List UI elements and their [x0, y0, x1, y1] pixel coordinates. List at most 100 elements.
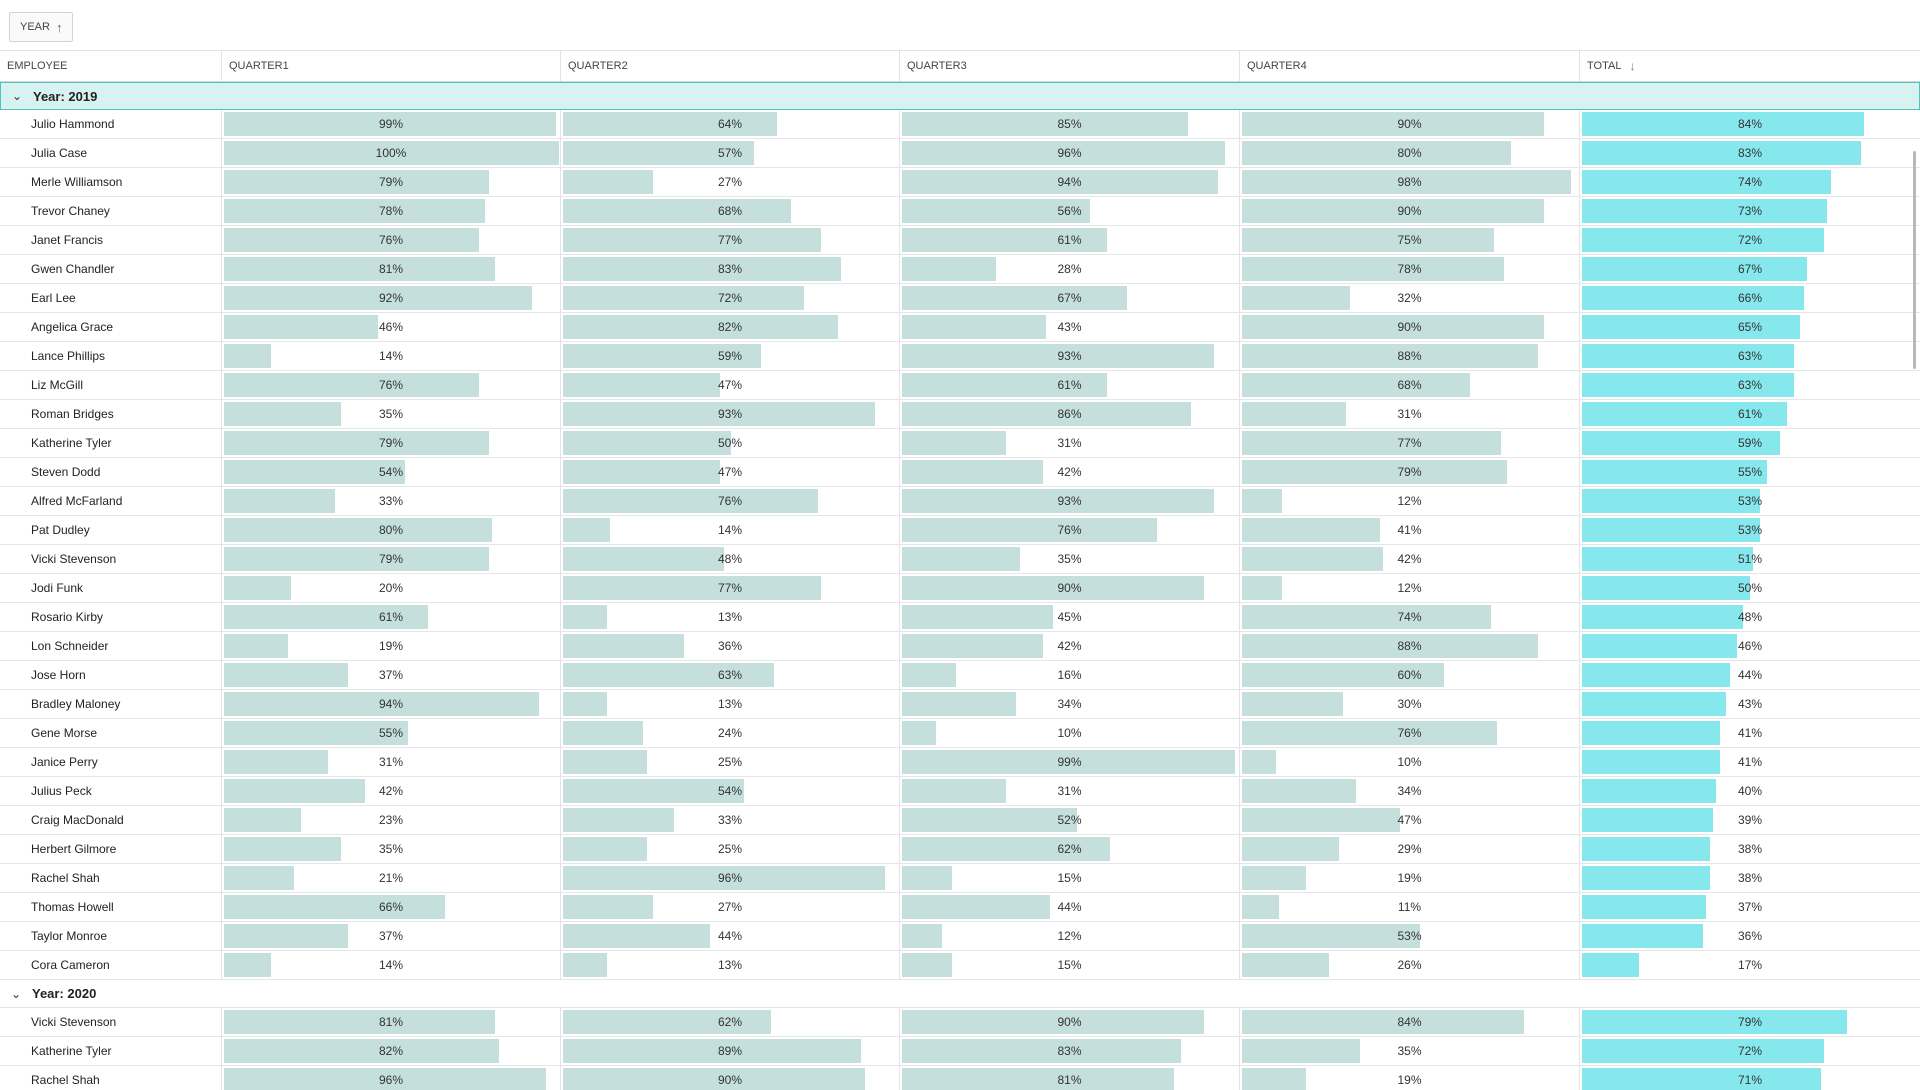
- table-row[interactable]: Rosario Kirby 61% 13% 45% 74% 48%: [0, 603, 1920, 632]
- table-row[interactable]: Jose Horn 37% 63% 16% 60% 44%: [0, 661, 1920, 690]
- table-row[interactable]: Earl Lee 92% 72% 67% 32% 66%: [0, 284, 1920, 313]
- group-label: Year: 2020: [32, 986, 97, 1001]
- quarter2-cell: 72%: [561, 284, 900, 312]
- group-row[interactable]: ⌄ Year: 2020: [0, 980, 1920, 1008]
- percent-label: 77%: [717, 581, 743, 595]
- vertical-scrollbar[interactable]: [1913, 151, 1916, 369]
- table-row[interactable]: Bradley Maloney 94% 13% 34% 30% 43%: [0, 690, 1920, 719]
- group-by-year-chip[interactable]: YEAR ↑: [9, 12, 74, 42]
- percent-label: 79%: [1397, 465, 1422, 479]
- quarter1-cell: 79%: [222, 545, 561, 573]
- column-header-employee[interactable]: EMPLOYEE: [0, 51, 222, 81]
- total-cell: 72%: [1580, 226, 1920, 254]
- quarter4-cell: 35%: [1240, 1037, 1580, 1065]
- percent-label: 64%: [717, 117, 743, 131]
- group-row[interactable]: ⌄ Year: 2019: [0, 82, 1920, 110]
- quarter4-cell: 10%: [1240, 748, 1580, 776]
- table-row[interactable]: Herbert Gilmore 35% 25% 62% 29% 38%: [0, 835, 1920, 864]
- table-row[interactable]: Merle Williamson 79% 27% 94% 98% 74%: [0, 168, 1920, 197]
- percent-label: 76%: [378, 378, 404, 392]
- table-row[interactable]: Liz McGill 76% 47% 61% 68% 63%: [0, 371, 1920, 400]
- quarter3-cell: 52%: [900, 806, 1240, 834]
- total-cell: 46%: [1580, 632, 1920, 660]
- quarter3-cell: 10%: [900, 719, 1240, 747]
- table-row[interactable]: Julia Case 100% 57% 96% 80% 83%: [0, 139, 1920, 168]
- table-row[interactable]: Janet Francis 76% 77% 61% 75% 72%: [0, 226, 1920, 255]
- percent-label: 46%: [378, 320, 404, 334]
- table-row[interactable]: Rachel Shah 96% 90% 81% 19% 71%: [0, 1066, 1920, 1090]
- table-row[interactable]: Roman Bridges 35% 93% 86% 31% 61%: [0, 400, 1920, 429]
- percent-label: 44%: [717, 929, 743, 943]
- quarter3-cell: 99%: [900, 748, 1240, 776]
- percent-label: 98%: [1397, 175, 1422, 189]
- table-row[interactable]: Katherine Tyler 82% 89% 83% 35% 72%: [0, 1037, 1920, 1066]
- percent-label: 44%: [1057, 900, 1082, 914]
- quarter1-cell: 80%: [222, 516, 561, 544]
- total-cell: 73%: [1580, 197, 1920, 225]
- percent-label: 61%: [1737, 407, 1763, 421]
- percent-label: 55%: [378, 726, 404, 740]
- table-row[interactable]: Vicki Stevenson 81% 62% 90% 84% 79%: [0, 1008, 1920, 1037]
- chevron-down-icon[interactable]: ⌄: [9, 89, 25, 103]
- percent-label: 73%: [1737, 204, 1763, 218]
- percent-label: 19%: [378, 639, 404, 653]
- percent-label: 44%: [1737, 668, 1763, 682]
- column-header-quarter2[interactable]: QUARTER2: [561, 51, 900, 81]
- table-row[interactable]: Julius Peck 42% 54% 31% 34% 40%: [0, 777, 1920, 806]
- table-row[interactable]: Julio Hammond 99% 64% 85% 90% 84%: [0, 110, 1920, 139]
- percent-label: 96%: [717, 871, 743, 885]
- percent-label: 94%: [1057, 175, 1082, 189]
- table-row[interactable]: Thomas Howell 66% 27% 44% 11% 37%: [0, 893, 1920, 922]
- table-row[interactable]: Steven Dodd 54% 47% 42% 79% 55%: [0, 458, 1920, 487]
- table-row[interactable]: Trevor Chaney 78% 68% 56% 90% 73%: [0, 197, 1920, 226]
- percent-label: 68%: [1397, 378, 1422, 392]
- percent-label: 32%: [1397, 291, 1422, 305]
- table-row[interactable]: Lon Schneider 19% 36% 42% 88% 46%: [0, 632, 1920, 661]
- table-row[interactable]: Alfred McFarland 33% 76% 93% 12% 53%: [0, 487, 1920, 516]
- percent-label: 61%: [378, 610, 404, 624]
- table-row[interactable]: Cora Cameron 14% 13% 15% 26% 17%: [0, 951, 1920, 980]
- percent-label: 29%: [1397, 842, 1422, 856]
- table-row[interactable]: Katherine Tyler 79% 50% 31% 77% 59%: [0, 429, 1920, 458]
- quarter2-cell: 64%: [561, 110, 900, 138]
- table-row[interactable]: Pat Dudley 80% 14% 76% 41% 53%: [0, 516, 1920, 545]
- percent-label: 20%: [378, 581, 404, 595]
- table-row[interactable]: Jodi Funk 20% 77% 90% 12% 50%: [0, 574, 1920, 603]
- table-row[interactable]: Taylor Monroe 37% 44% 12% 53% 36%: [0, 922, 1920, 951]
- arrow-up-icon[interactable]: ↑: [56, 20, 63, 35]
- column-header-quarter1[interactable]: QUARTER1: [222, 51, 561, 81]
- table-row[interactable]: Lance Phillips 14% 59% 93% 88% 63%: [0, 342, 1920, 371]
- percent-label: 93%: [717, 407, 743, 421]
- quarter1-cell: 99%: [222, 110, 561, 138]
- arrow-down-icon[interactable]: ↓: [1629, 59, 1635, 73]
- quarter3-cell: 34%: [900, 690, 1240, 718]
- percent-label: 48%: [1737, 610, 1763, 624]
- percent-label: 71%: [1737, 1073, 1763, 1087]
- percent-label: 59%: [1737, 436, 1763, 450]
- table-row[interactable]: Angelica Grace 46% 82% 43% 90% 65%: [0, 313, 1920, 342]
- quarter2-cell: 25%: [561, 748, 900, 776]
- percent-label: 94%: [378, 697, 404, 711]
- table-row[interactable]: Rachel Shah 21% 96% 15% 19% 38%: [0, 864, 1920, 893]
- percent-label: 13%: [717, 610, 743, 624]
- percent-label: 34%: [1057, 697, 1082, 711]
- table-row[interactable]: Gwen Chandler 81% 83% 28% 78% 67%: [0, 255, 1920, 284]
- quarter4-cell: 34%: [1240, 777, 1580, 805]
- employee-name: Julia Case: [0, 139, 222, 167]
- column-header-quarter3[interactable]: QUARTER3: [900, 51, 1240, 81]
- table-row[interactable]: Gene Morse 55% 24% 10% 76% 41%: [0, 719, 1920, 748]
- column-header-quarter4[interactable]: QUARTER4: [1240, 51, 1580, 81]
- table-row[interactable]: Janice Perry 31% 25% 99% 10% 41%: [0, 748, 1920, 777]
- quarter2-cell: 33%: [561, 806, 900, 834]
- quarter2-cell: 24%: [561, 719, 900, 747]
- percent-label: 11%: [1397, 900, 1422, 914]
- percent-label: 80%: [1397, 146, 1422, 160]
- table-row[interactable]: Vicki Stevenson 79% 48% 35% 42% 51%: [0, 545, 1920, 574]
- column-header-total[interactable]: TOTAL ↓: [1580, 51, 1920, 81]
- chevron-down-icon[interactable]: ⌄: [8, 987, 24, 1001]
- table-row[interactable]: Craig MacDonald 23% 33% 52% 47% 39%: [0, 806, 1920, 835]
- percent-label: 76%: [378, 233, 404, 247]
- quarter1-cell: 81%: [222, 255, 561, 283]
- quarter2-cell: 13%: [561, 603, 900, 631]
- percent-label: 52%: [1057, 813, 1082, 827]
